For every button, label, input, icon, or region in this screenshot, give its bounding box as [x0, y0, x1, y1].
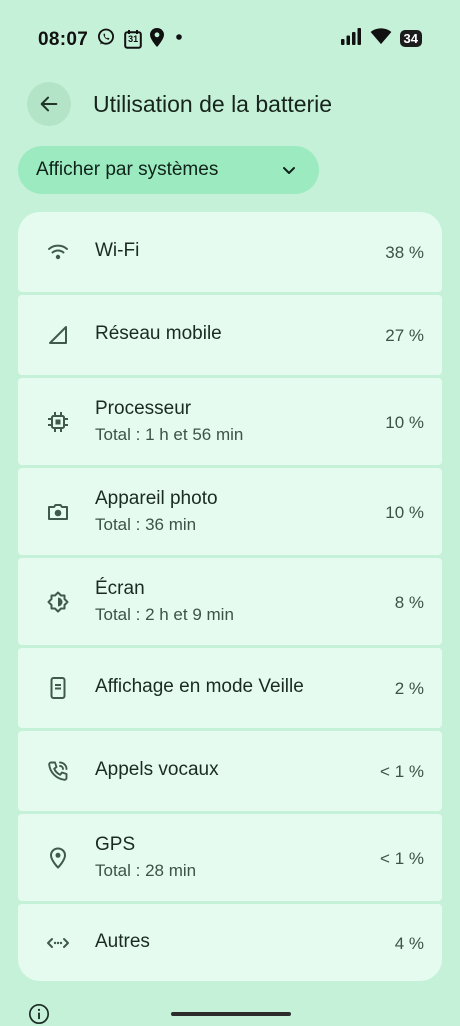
item-percent: 38 %: [385, 243, 424, 262]
page-title: Utilisation de la batterie: [93, 91, 333, 117]
item-percent: 27 %: [385, 326, 424, 345]
whatsapp-icon: [96, 27, 116, 52]
item-label: Wi-Fi: [95, 240, 140, 261]
camera-icon: [48, 504, 68, 520]
list-item-mobile-network[interactable]: Réseau mobile 27 %: [18, 295, 442, 375]
item-percent: 10 %: [385, 503, 424, 522]
battery-indicator: 34: [399, 30, 422, 47]
filter-label: Afficher par systèmes: [36, 159, 219, 180]
cpu-icon: [48, 412, 68, 432]
item-percent: 4 %: [394, 934, 424, 953]
item-label: Processeur: [95, 398, 192, 419]
calendar-icon: 31: [124, 30, 142, 49]
item-percent: 8 %: [394, 593, 424, 612]
item-subtitle: Total : 28 min: [95, 861, 197, 880]
code-arrows-icon: [47, 938, 69, 948]
arrow-left-icon: [40, 96, 58, 112]
app-header: Utilisation de la batterie: [0, 80, 460, 130]
list-item-others[interactable]: Autres 4 %: [18, 904, 442, 981]
status-left: 08:07 31: [38, 27, 186, 52]
item-label: Affichage en mode Veille: [95, 676, 304, 697]
item-label: GPS: [95, 834, 136, 855]
item-label: Réseau mobile: [95, 323, 222, 344]
item-subtitle: Total : 36 min: [95, 515, 197, 534]
filter-dropdown[interactable]: Afficher par systèmes: [18, 146, 319, 194]
calendar-day: 31: [128, 34, 139, 44]
back-button[interactable]: [27, 82, 71, 126]
location-icon: [50, 847, 66, 869]
item-percent: 10 %: [385, 413, 424, 432]
item-subtitle: Total : 1 h et 56 min: [95, 425, 244, 444]
status-time: 08:07: [38, 28, 89, 50]
list-item-voice-calls[interactable]: Appels vocaux < 1 %: [18, 731, 442, 811]
item-label: Autres: [95, 931, 150, 952]
list-item-wifi[interactable]: Wi-Fi 38 %: [18, 212, 442, 292]
ambient-display-icon: [50, 677, 66, 699]
info-icon[interactable]: [28, 1003, 50, 1025]
item-label: Écran: [95, 578, 145, 599]
chevron-down-icon: [283, 167, 295, 174]
brightness-icon: [47, 591, 69, 613]
list-item-ambient-display[interactable]: Affichage en mode Veille 2 %: [18, 648, 442, 728]
list-item-camera[interactable]: Appareil photo Total : 36 min 10 %: [18, 468, 442, 555]
navigation-handle[interactable]: [171, 1012, 291, 1016]
item-subtitle: Total : 2 h et 9 min: [95, 605, 234, 624]
list-item-screen[interactable]: Écran Total : 2 h et 9 min 8 %: [18, 558, 442, 645]
phone-call-icon: [48, 761, 68, 781]
item-label: Appareil photo: [95, 488, 218, 509]
location-pin-icon: [150, 27, 165, 52]
status-right: 34: [340, 27, 422, 50]
wifi-icon: [48, 244, 68, 260]
item-percent: < 1 %: [380, 762, 424, 781]
list-item-processor[interactable]: Processeur Total : 1 h et 56 min 10 %: [18, 378, 442, 465]
status-bar: 08:07 31 34: [0, 0, 460, 76]
item-percent: < 1 %: [380, 849, 424, 868]
list-item-gps[interactable]: GPS Total : 28 min < 1 %: [18, 814, 442, 901]
signal-icon: [340, 27, 362, 50]
item-percent: 2 %: [394, 679, 424, 698]
dot-icon: [172, 30, 186, 49]
mobile-signal-icon: [49, 326, 67, 344]
wifi-status-icon: [370, 27, 392, 50]
item-label: Appels vocaux: [95, 759, 219, 780]
